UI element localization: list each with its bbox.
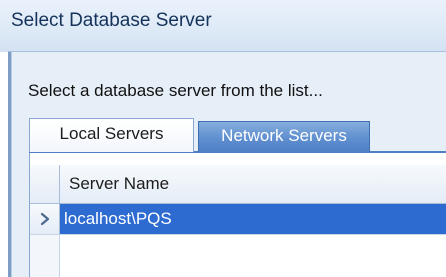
column-header-server-name[interactable]: Server Name (60, 165, 446, 203)
server-grid[interactable]: Server Name localhost\PQS (29, 153, 446, 277)
column-header-label: Server Name (69, 174, 170, 193)
instruction-text: Select a database server from the list..… (28, 81, 323, 100)
server-name-cell[interactable]: localhost\PQS (60, 204, 446, 234)
row-indicator-empty (30, 235, 60, 277)
grid-header: Server Name (30, 165, 446, 204)
row-indicator[interactable] (30, 204, 60, 234)
title-bar[interactable]: Select Database Server (0, 0, 446, 52)
tab-network-servers[interactable]: Network Servers (198, 121, 370, 152)
select-database-server-window: Select Database Server Select a database… (0, 0, 446, 277)
tab-local-servers-label: Local Servers (59, 124, 164, 143)
tab-local-servers[interactable]: Local Servers (29, 118, 194, 152)
tab-network-servers-label: Network Servers (221, 126, 347, 145)
window-title: Select Database Server (11, 10, 212, 31)
window-frame-left (8, 52, 12, 277)
server-name-value: localhost\PQS (64, 209, 172, 228)
row-indicator-header[interactable] (30, 165, 60, 203)
chevron-right-icon (40, 212, 50, 226)
table-row[interactable]: localhost\PQS (30, 204, 446, 235)
